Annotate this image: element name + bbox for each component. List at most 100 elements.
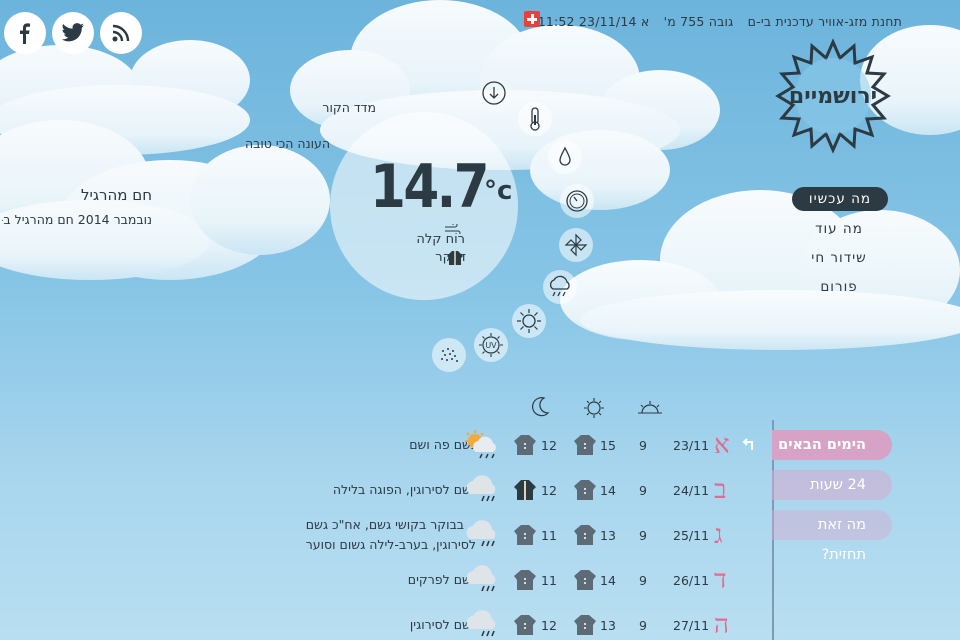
forecast-date: 27/11 — [673, 617, 710, 633]
sweater-icon — [574, 615, 596, 635]
forecast-desc-line: בבוקר בקושי גשם, אח"כ גשם — [305, 517, 465, 532]
weather-icon-cell — [462, 425, 502, 465]
min-temp: 12 — [541, 437, 557, 453]
weather-icon-cell — [462, 560, 504, 600]
sweater-icon-cell — [573, 560, 597, 600]
uv-button[interactable]: UV — [474, 328, 508, 362]
tab-what-is-forecast[interactable]: מה זאת תחזית? — [772, 510, 892, 563]
temperature-unit: °c — [484, 176, 513, 206]
menu-item-forum[interactable]: פורום — [784, 279, 894, 295]
chill-index-label[interactable]: מדד הקור — [322, 100, 376, 115]
forecast-description: בבוקר בקושי גשם, אח"כ גשם לסירוגין, בערב-… — [306, 515, 476, 555]
wind-description: רוח קלה — [410, 224, 465, 247]
best-season-label[interactable]: העונה הכי טובה — [245, 136, 330, 151]
svg-text:UV: UV — [485, 341, 497, 350]
clothing-icon-cell — [513, 470, 537, 510]
twitter-icon — [61, 23, 84, 42]
clothing-icon-cell — [513, 425, 537, 465]
sweater-icon-cell — [573, 470, 597, 510]
wind-value: 9 — [639, 572, 647, 588]
sun-icon — [517, 309, 541, 333]
day-letter: ג — [714, 520, 723, 550]
datetime: א 23/11/14 11:52 — [537, 14, 650, 29]
rss-icon — [112, 24, 130, 42]
tab-next-days[interactable]: הימים הבאים — [772, 430, 892, 460]
back-arrow-icon[interactable] — [740, 436, 758, 456]
max-temp: 15 — [600, 437, 616, 453]
forecast-row[interactable]: גשם לסירוגין 12 13 9 27/11 ה — [0, 605, 770, 640]
arrow-down-button[interactable] — [477, 76, 511, 110]
station-name: תחנת מזג-אוויר עדכנית בי-ם — [747, 14, 902, 29]
day-letter: ה — [714, 610, 729, 640]
rain-button[interactable] — [543, 270, 577, 304]
sweater-icon — [574, 480, 596, 500]
forecast-description: גשם לסירוגין, הפוגה בלילה — [333, 470, 476, 510]
forecast-row[interactable]: גשם פה ושם 12 15 9 23/11 א — [0, 425, 770, 465]
cloud-rain-icon — [549, 275, 570, 297]
clock-icon — [566, 190, 588, 212]
forecast-date: 25/11 — [673, 527, 710, 543]
twitter-button[interactable] — [52, 12, 94, 54]
forecast-desc-line: לסירוגין, בערב-לילה גשום וסוער — [305, 537, 476, 552]
sweater-icon — [514, 525, 536, 545]
min-temp: 11 — [541, 572, 557, 588]
altitude: גובה 755 מ' — [663, 14, 734, 29]
clothing-icon-cell — [513, 605, 537, 640]
swiss-flag-icon[interactable] — [524, 11, 540, 27]
clothing-icon-cell — [513, 515, 537, 555]
thermometer-icon — [530, 107, 540, 131]
menu-item-live[interactable]: שידור חי — [784, 250, 894, 266]
dust-icon — [441, 348, 458, 362]
max-temp: 13 — [600, 527, 616, 543]
pressure-button[interactable] — [560, 184, 594, 218]
sweater-icon-cell — [573, 425, 597, 465]
sweater-icon-cell — [573, 515, 597, 555]
cloud-rain-icon — [466, 610, 496, 637]
menu-item-now[interactable]: מה עכשיו — [792, 187, 888, 211]
forecast-date: 23/11 — [673, 437, 710, 453]
sweater-icon — [574, 570, 596, 590]
wind-value: 9 — [639, 527, 647, 543]
arrow-down-icon — [482, 81, 506, 105]
sweater-icon — [514, 570, 536, 590]
wind-icon — [445, 224, 461, 234]
facebook-button[interactable] — [4, 12, 46, 54]
wind-icon — [564, 233, 588, 257]
forecast-desc-line: גשם לסירוגין, הפוגה בלילה — [332, 482, 476, 497]
sun-button[interactable] — [512, 304, 546, 338]
forecast-date: 26/11 — [673, 572, 710, 588]
forecast-row[interactable]: גשם לסירוגין, הפוגה בלילה 12 14 9 24/11 … — [0, 470, 770, 510]
coat-icon — [447, 251, 463, 265]
humidity-button[interactable] — [548, 140, 582, 174]
tab-24-hours[interactable]: 24 שעות — [772, 470, 892, 500]
forecast-date: 24/11 — [673, 482, 710, 498]
forecast-row[interactable]: גשם לפרקים 11 14 9 26/11 ד — [0, 560, 770, 600]
holiday-subtitle: נובמבר 2014 חם מהרגיל ב- — [2, 212, 152, 227]
wind-button[interactable] — [559, 228, 593, 262]
sweater-icon-cell — [573, 605, 597, 640]
sunrise-icon — [638, 401, 662, 414]
station-info: תחנת מזג-אוויר עדכנית בי-ם גובה 755 מ' א… — [528, 14, 902, 29]
wind-value: 9 — [639, 617, 647, 633]
cloud-rain-icon — [466, 520, 496, 547]
holiday-title[interactable]: חם מהרגיל — [81, 186, 152, 204]
sweater-icon — [514, 615, 536, 635]
max-temp: 13 — [600, 617, 616, 633]
current-temperature: 14.7 — [370, 152, 490, 222]
forecast-row[interactable]: בבוקר בקושי גשם, אח"כ גשם לסירוגין, בערב-… — [0, 515, 770, 555]
min-temp: 12 — [541, 617, 557, 633]
day-letter: ב — [714, 475, 727, 505]
menu-item-more[interactable]: מה עוד — [784, 221, 894, 237]
sun-cloud-rain-icon — [465, 430, 496, 459]
wind-value: 9 — [639, 482, 647, 498]
rss-button[interactable] — [100, 12, 142, 54]
weather-icon-cell — [462, 515, 504, 555]
min-temp: 11 — [541, 527, 557, 543]
sweater-icon — [574, 525, 596, 545]
cloud-rain-icon — [466, 565, 496, 592]
sweater-icon — [514, 435, 536, 455]
weather-icon-cell — [462, 605, 504, 640]
dust-button[interactable] — [432, 338, 466, 372]
uv-icon: UV — [479, 333, 503, 357]
temperature-button[interactable] — [518, 102, 552, 136]
